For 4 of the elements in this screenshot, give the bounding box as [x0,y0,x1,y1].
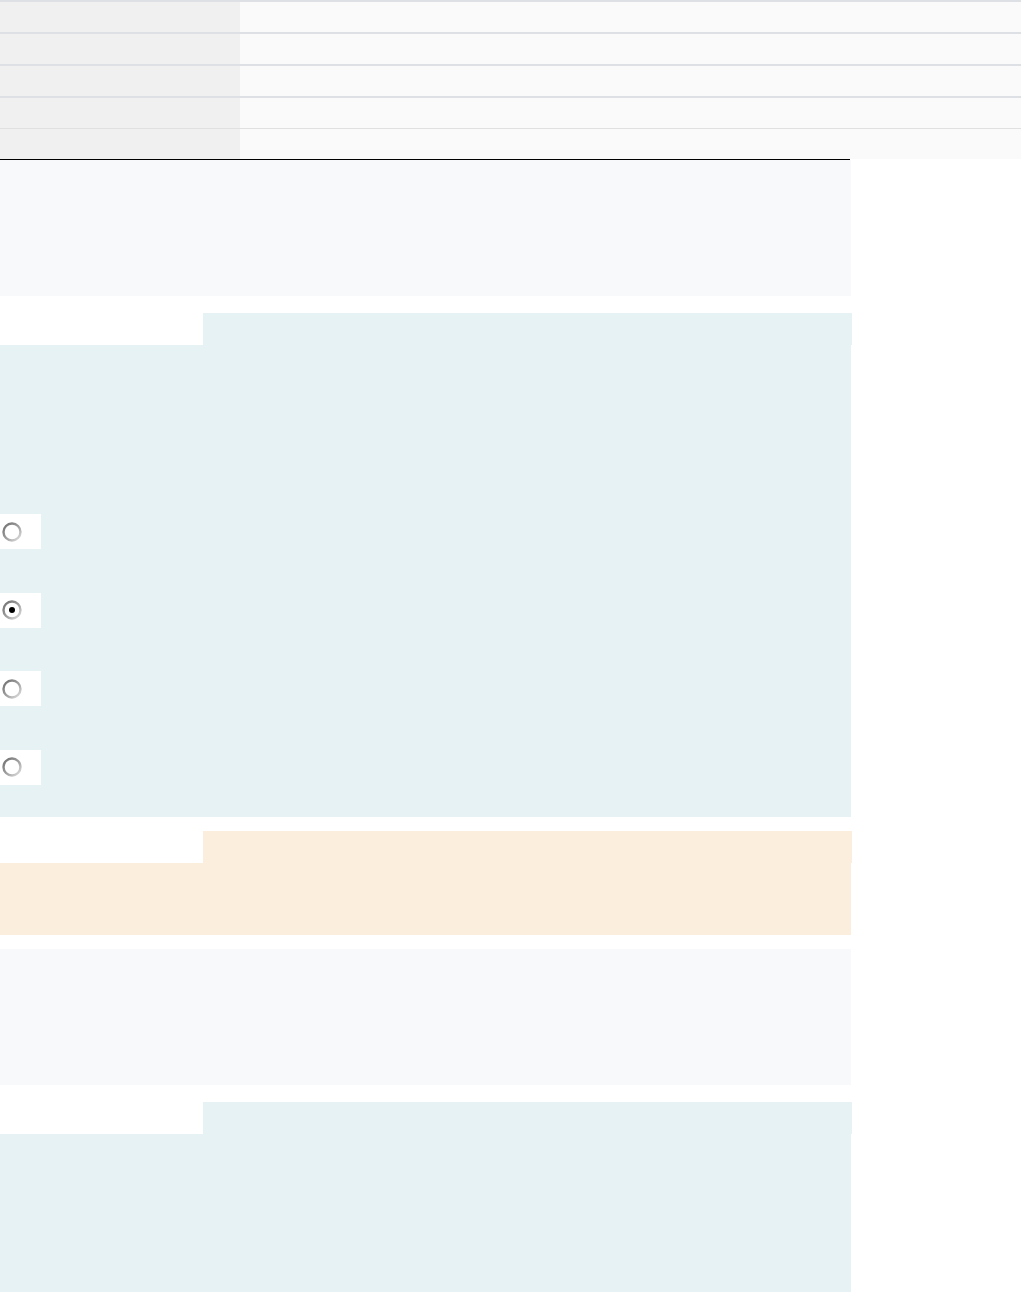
radio-button[interactable] [0,514,41,549]
radio-button[interactable] [0,671,41,706]
radio-button[interactable] [0,592,41,628]
radio-button[interactable] [0,749,41,785]
